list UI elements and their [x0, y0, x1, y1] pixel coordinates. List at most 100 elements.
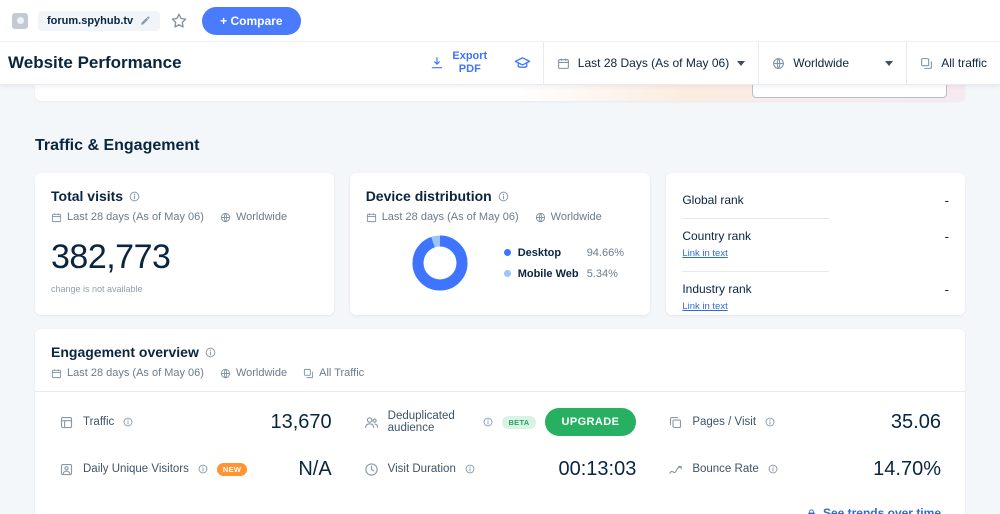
favorite-star-icon[interactable] [170, 12, 188, 30]
rank-row-country: Country rank Link in text - [682, 224, 949, 266]
engagement-title: Engagement overview [51, 344, 199, 360]
metric-label: Traffic [83, 416, 114, 428]
beta-badge: BETA [502, 416, 535, 429]
rank-row-industry: Industry rank Link in text - [682, 277, 949, 319]
page-title: Website Performance [8, 53, 182, 73]
country-rank-link[interactable]: Link in text [682, 248, 727, 259]
region-label: Worldwide [793, 56, 849, 70]
metric-label: Daily Unique Visitors [83, 463, 189, 475]
total-visits-region: Worldwide [236, 211, 287, 223]
engagement-date: Last 28 days (As of May 06) [67, 367, 204, 379]
globe-icon [220, 212, 231, 223]
date-range-label: Last 28 Days (As of May 06) [578, 56, 729, 70]
lock-icon [806, 508, 817, 514]
info-icon[interactable] [498, 191, 509, 202]
info-icon[interactable] [765, 417, 775, 427]
edit-icon[interactable] [140, 15, 151, 26]
legend-label: Desktop [518, 247, 580, 259]
divider [682, 271, 829, 272]
main-content: Traffic & Engagement Total visits Last 2… [0, 85, 1000, 514]
academy-icon[interactable] [502, 42, 543, 84]
metric-value: 00:13:03 [558, 458, 636, 481]
cut-off-panel [752, 85, 947, 98]
info-icon[interactable] [129, 191, 140, 202]
info-icon[interactable] [198, 464, 208, 474]
device-donut-chart [412, 235, 468, 291]
industry-rank-link[interactable]: Link in text [682, 301, 727, 312]
header-controls: Export PDF Last 28 Days (As of May 06) W… [418, 42, 1000, 84]
chevron-down-icon [885, 61, 893, 66]
metric-pages-per-visit: Pages / Visit 35.06 [652, 398, 957, 446]
previous-section-remnant [35, 85, 965, 101]
rank-value: - [945, 229, 949, 244]
legend-dot [504, 270, 511, 277]
rank-label: Global rank [682, 193, 743, 207]
info-icon[interactable] [123, 417, 133, 427]
legend-item-mobile-web: Mobile Web 5.34% [504, 268, 624, 280]
new-badge: NEW [217, 463, 247, 476]
summary-cards-row: Total visits Last 28 days (As of May 06)… [35, 173, 965, 315]
trends-row: See trends over time [35, 498, 965, 514]
metric-deduplicated-audience: Deduplicated audience BETA UPGRADE [348, 398, 653, 446]
info-icon[interactable] [465, 464, 475, 474]
site-favicon [12, 13, 28, 29]
calendar-icon [51, 212, 62, 223]
calendar-icon [366, 212, 377, 223]
export-pdf-button[interactable]: Export PDF [418, 42, 502, 84]
see-trends-link[interactable]: See trends over time [823, 506, 941, 514]
globe-icon [220, 368, 231, 379]
legend-value: 94.66% [587, 247, 624, 259]
rank-card: Global rank - Country rank Link in text … [666, 173, 965, 315]
device-legend: Desktop 94.66% Mobile Web 5.34% [504, 247, 624, 280]
rank-label: Industry rank [682, 282, 751, 296]
metric-label: Pages / Visit [692, 416, 756, 428]
metric-label: Visit Duration [388, 463, 456, 475]
engagement-region: Worldwide [236, 367, 287, 379]
export-pdf-label: Export PDF [450, 50, 490, 75]
visit-duration-icon [364, 462, 379, 477]
globe-icon [535, 212, 546, 223]
calendar-icon [557, 57, 570, 70]
metric-value: 35.06 [891, 411, 941, 434]
domain-label: forum.spyhub.tv [47, 15, 133, 27]
section-title: Traffic & Engagement [35, 137, 1000, 155]
metric-bounce-rate: Bounce Rate 14.70% [652, 446, 957, 492]
page-header: Website Performance Export PDF Last 28 D… [0, 42, 1000, 85]
total-visits-title: Total visits [51, 188, 123, 204]
device-distribution-title: Device distribution [366, 188, 492, 204]
info-icon[interactable] [768, 464, 778, 474]
rank-row-global: Global rank - [682, 188, 949, 213]
metric-daily-unique-visitors: Daily Unique Visitors NEW N/A [43, 446, 348, 492]
change-note: change is not available [51, 284, 318, 294]
total-visits-card: Total visits Last 28 days (As of May 06)… [35, 173, 334, 315]
pages-per-visit-icon [668, 415, 683, 430]
legend-value: 5.34% [587, 268, 618, 280]
chevron-down-icon [737, 61, 745, 66]
compare-button[interactable]: + Compare [202, 7, 300, 35]
calendar-icon [51, 368, 62, 379]
info-icon[interactable] [205, 347, 216, 358]
metric-label: Bounce Rate [692, 463, 759, 475]
divider [682, 218, 829, 219]
total-visits-date: Last 28 days (As of May 06) [67, 211, 204, 223]
engagement-overview-card: Engagement overview Last 28 days (As of … [35, 329, 965, 514]
topbar: forum.spyhub.tv + Compare [0, 0, 1000, 42]
rank-label: Country rank [682, 229, 751, 243]
upgrade-button[interactable]: UPGRADE [545, 408, 637, 436]
device-distribution-region: Worldwide [551, 211, 602, 223]
legend-dot [504, 249, 511, 256]
device-distribution-date: Last 28 days (As of May 06) [382, 211, 519, 223]
info-icon[interactable] [483, 417, 493, 427]
engagement-channel: All Traffic [319, 367, 364, 379]
metric-value: N/A [298, 458, 331, 481]
region-selector[interactable]: Worldwide [758, 42, 906, 84]
domain-chip[interactable]: forum.spyhub.tv [38, 11, 160, 31]
metric-value: 13,670 [270, 411, 331, 434]
bounce-rate-icon [668, 462, 683, 477]
rank-value: - [945, 282, 949, 297]
total-visits-value: 382,773 [51, 238, 318, 277]
date-range-selector[interactable]: Last 28 Days (As of May 06) [543, 42, 758, 84]
download-icon [430, 56, 444, 70]
globe-icon [772, 57, 785, 70]
traffic-channel-selector[interactable]: All traffic [906, 42, 1000, 84]
